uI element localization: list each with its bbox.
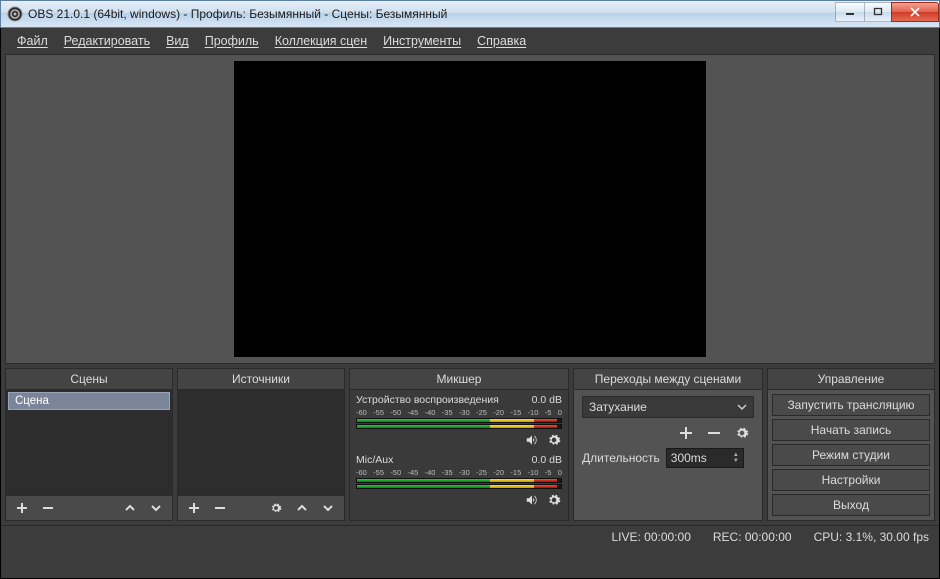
studio-mode-button[interactable]: Режим студии <box>772 444 930 466</box>
panel-sources-title: Источники <box>178 369 344 390</box>
scene-up-button[interactable] <box>118 499 142 517</box>
gear-icon[interactable] <box>546 492 562 508</box>
preview-canvas[interactable] <box>234 61 706 357</box>
panel-controls: Управление Запустить трансляцию Начать з… <box>767 368 935 521</box>
source-up-button[interactable] <box>290 499 314 517</box>
start-recording-button[interactable]: Начать запись <box>772 419 930 441</box>
window-title: OBS 21.0.1 (64bit, windows) - Профиль: Б… <box>28 7 836 21</box>
panel-scenes-title: Сцены <box>6 369 172 390</box>
preview-area <box>5 54 935 364</box>
panel-transitions-title: Переходы между сценами <box>574 369 762 390</box>
transition-selected: Затухание <box>589 400 647 414</box>
status-bar: LIVE: 00:00:00 REC: 00:00:00 CPU: 3.1%, … <box>1 525 939 548</box>
vu-meter <box>356 478 562 483</box>
duration-label: Длительность <box>582 451 660 465</box>
menu-file[interactable]: Файл <box>17 34 48 48</box>
sources-list[interactable] <box>178 390 344 495</box>
remove-transition-button[interactable] <box>702 424 726 442</box>
transition-settings-button[interactable] <box>730 424 754 442</box>
mixer-channel-db: 0.0 dB <box>532 394 562 406</box>
chevron-down-icon <box>737 403 747 411</box>
add-source-button[interactable] <box>182 499 206 517</box>
close-button[interactable] <box>891 2 939 22</box>
scenes-list[interactable]: Сцена <box>6 390 172 495</box>
menu-profile[interactable]: Профиль <box>205 34 259 48</box>
window-buttons <box>836 2 939 22</box>
panel-controls-title: Управление <box>768 369 934 390</box>
vu-meter <box>356 418 562 423</box>
status-live: LIVE: 00:00:00 <box>611 530 690 544</box>
duration-spinbox[interactable]: 300ms ▲▼ <box>666 448 744 468</box>
window-titlebar: OBS 21.0.1 (64bit, windows) - Профиль: Б… <box>0 0 940 28</box>
panel-transitions: Переходы между сценами Затухание Длитель… <box>573 368 763 521</box>
menu-edit[interactable]: Редактировать <box>64 34 150 48</box>
mixer-channel: Mic/Aux 0.0 dB -60-55-50-45-40-35-30-25-… <box>350 450 568 510</box>
vu-meter <box>356 484 562 489</box>
mixer-channel-db: 0.0 dB <box>532 454 562 466</box>
spin-arrows-icon[interactable]: ▲▼ <box>733 452 739 464</box>
source-down-button[interactable] <box>316 499 340 517</box>
add-scene-button[interactable] <box>10 499 34 517</box>
minimize-button[interactable] <box>835 2 865 22</box>
transition-select[interactable]: Затухание <box>582 396 754 418</box>
mixer-channel-name: Устройство воспроизведения <box>356 394 499 406</box>
settings-button[interactable]: Настройки <box>772 469 930 491</box>
mixer-channel: Устройство воспроизведения 0.0 dB -60-55… <box>350 390 568 450</box>
scenes-toolbar <box>6 495 172 520</box>
panel-scenes: Сцены Сцена <box>5 368 173 521</box>
menu-bar: Файл Редактировать Вид Профиль Коллекция… <box>1 28 939 54</box>
panel-sources: Источники <box>177 368 345 521</box>
meter-scale: -60-55-50-45-40-35-30-25-20-15-10-50 <box>356 408 562 417</box>
obs-app-icon <box>7 6 23 22</box>
scene-item[interactable]: Сцена <box>8 392 170 410</box>
panel-mixer-title: Микшер <box>350 369 568 390</box>
status-rec: REC: 00:00:00 <box>713 530 792 544</box>
menu-tools[interactable]: Инструменты <box>383 34 461 48</box>
panel-mixer: Микшер Устройство воспроизведения 0.0 dB… <box>349 368 569 521</box>
speaker-icon[interactable] <box>524 492 540 508</box>
start-streaming-button[interactable]: Запустить трансляцию <box>772 394 930 416</box>
source-settings-button[interactable] <box>264 499 288 517</box>
maximize-button[interactable] <box>864 2 892 22</box>
menu-scene-collection[interactable]: Коллекция сцен <box>275 34 367 48</box>
menu-view[interactable]: Вид <box>166 34 189 48</box>
add-transition-button[interactable] <box>674 424 698 442</box>
sources-toolbar <box>178 495 344 520</box>
remove-source-button[interactable] <box>208 499 232 517</box>
speaker-icon[interactable] <box>524 432 540 448</box>
mixer-channel-name: Mic/Aux <box>356 454 393 466</box>
scene-down-button[interactable] <box>144 499 168 517</box>
gear-icon[interactable] <box>546 432 562 448</box>
duration-value: 300ms <box>671 451 707 465</box>
meter-scale: -60-55-50-45-40-35-30-25-20-15-10-50 <box>356 468 562 477</box>
vu-meter <box>356 424 562 429</box>
exit-button[interactable]: Выход <box>772 494 930 516</box>
status-cpu: CPU: 3.1%, 30.00 fps <box>814 530 929 544</box>
remove-scene-button[interactable] <box>36 499 60 517</box>
menu-help[interactable]: Справка <box>477 34 526 48</box>
